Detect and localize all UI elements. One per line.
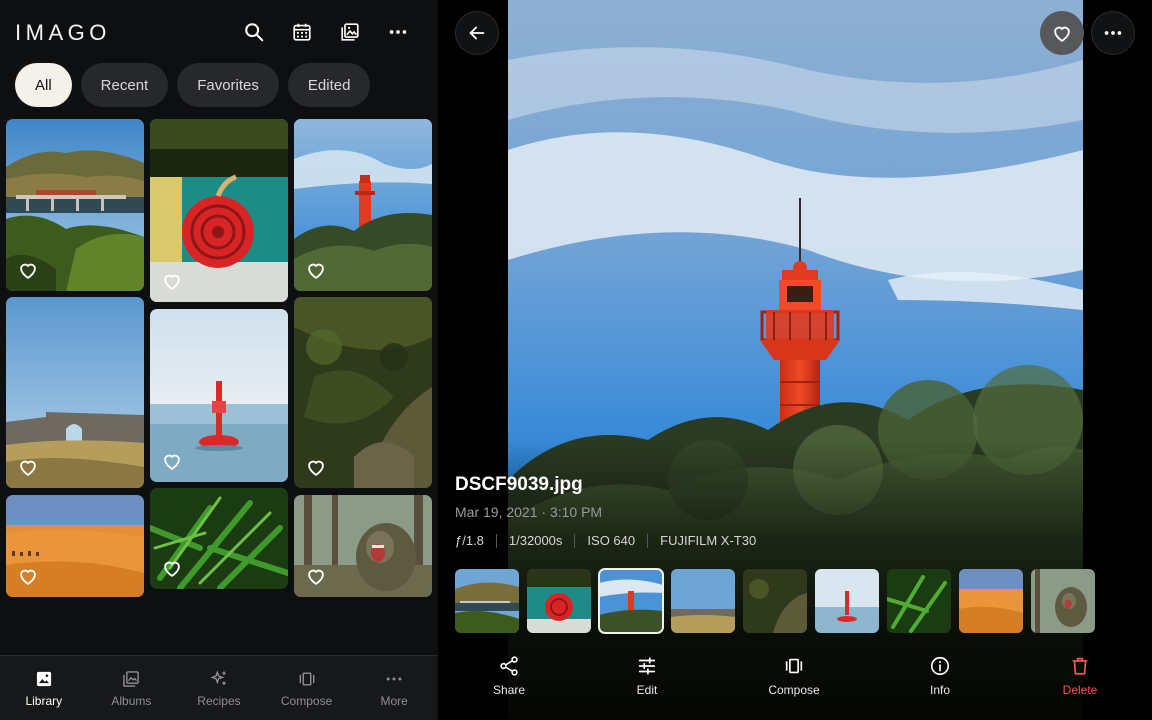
filter-chips: All Recent Favorites Edited (15, 63, 371, 107)
photo-tile-lighthouse[interactable] (294, 119, 432, 291)
nav-library[interactable]: Library (0, 656, 88, 720)
edit-button[interactable]: Edit (607, 655, 687, 697)
library-icon (36, 671, 51, 686)
heart-icon[interactable] (305, 565, 327, 587)
photo-tile-fern[interactable] (150, 488, 288, 589)
photo-tile-desert[interactable] (6, 495, 144, 597)
exif-info: ƒ/1.8 1/32000s ISO 640 FUJIFILM X-T30 (455, 534, 768, 548)
exif-iso: ISO 640 (574, 534, 647, 548)
app-logo: IMAGO (15, 20, 111, 45)
chip-favorites[interactable]: Favorites (177, 63, 279, 107)
bottom-navigation: Library Albums Recipes Compose More (0, 655, 438, 720)
viewer-more-button[interactable] (1091, 11, 1135, 55)
heart-icon[interactable] (17, 565, 39, 587)
exif-camera: FUJIFILM X-T30 (647, 534, 768, 548)
photo-tile-hillside[interactable] (294, 297, 432, 488)
share-icon (500, 656, 518, 676)
compose-icon (785, 658, 803, 674)
compose-icon (299, 671, 314, 686)
photo-tile-monkey[interactable] (294, 495, 432, 597)
thumbnail[interactable] (887, 569, 951, 633)
sparkle-icon (210, 669, 226, 685)
nav-more-label: More (380, 693, 408, 708)
photo-tile-buoy-overhead[interactable] (150, 119, 288, 302)
trash-icon (1072, 657, 1088, 675)
capture-date: Mar 19, 2021 · 3:10 PM (455, 504, 603, 520)
gallery-icon[interactable] (332, 18, 368, 46)
delete-label: Delete (1062, 683, 1098, 697)
heart-icon[interactable] (305, 259, 327, 281)
nav-compose[interactable]: Compose (263, 656, 351, 720)
thumbnail-strip (455, 568, 1095, 634)
nav-more[interactable]: More (350, 656, 438, 720)
nav-library-label: Library (25, 693, 63, 708)
back-button[interactable] (455, 11, 499, 55)
share-label: Share (492, 683, 526, 697)
thumbnail[interactable] (743, 569, 807, 633)
thumbnail[interactable] (959, 569, 1023, 633)
heart-icon[interactable] (305, 456, 327, 478)
photo-grid (6, 119, 432, 599)
info-icon (930, 656, 950, 676)
action-bar: Share Edit Compose Info Delete (438, 655, 1152, 705)
nav-recipes[interactable]: Recipes (175, 656, 263, 720)
more-icon[interactable] (380, 18, 416, 46)
heart-icon[interactable] (161, 557, 183, 579)
calendar-icon[interactable] (284, 18, 320, 46)
arrow-left-icon (469, 26, 485, 40)
sliders-icon (638, 657, 656, 675)
more-icon (1104, 31, 1122, 35)
heart-icon[interactable] (17, 259, 39, 281)
chip-all[interactable]: All (15, 63, 72, 107)
exif-shutter: 1/32000s (495, 534, 575, 548)
heart-icon[interactable] (161, 270, 183, 292)
thumbnail[interactable] (815, 569, 879, 633)
favorite-button[interactable] (1040, 11, 1084, 55)
photo-viewer: DSCF9039.jpg Mar 19, 2021 · 3:10 PM ƒ/1.… (438, 0, 1152, 720)
more-icon (386, 677, 402, 680)
exif-aperture: ƒ/1.8 (455, 533, 484, 548)
info-button[interactable]: Info (900, 655, 980, 697)
file-name: DSCF9039.jpg (455, 474, 583, 495)
chip-recent[interactable]: Recent (80, 63, 169, 107)
nav-recipes-label: Recipes (197, 693, 241, 708)
heart-icon (1054, 26, 1070, 42)
nav-albums[interactable]: Albums (88, 656, 176, 720)
heart-icon[interactable] (17, 456, 39, 478)
share-button[interactable]: Share (469, 655, 549, 697)
photo-tile-ruin[interactable] (6, 297, 144, 488)
photo-tile-bridge[interactable] (6, 119, 144, 291)
nav-albums-label: Albums (111, 693, 152, 708)
edit-label: Edit (636, 683, 658, 697)
heart-icon[interactable] (161, 450, 183, 472)
albums-icon (123, 670, 140, 687)
delete-button[interactable]: Delete (1040, 655, 1120, 697)
thumbnail[interactable] (671, 569, 735, 633)
nav-compose-label: Compose (280, 693, 333, 708)
compose-label: Compose (768, 683, 820, 697)
header-toolbar (236, 18, 416, 46)
info-label: Info (929, 683, 950, 697)
compose-button[interactable]: Compose (754, 655, 834, 697)
thumbnail[interactable] (1031, 569, 1095, 633)
library-panel: IMAGO All Recent Favorites Edited Librar… (0, 0, 438, 720)
thumbnail[interactable] (455, 569, 519, 633)
thumbnail-selected[interactable] (598, 568, 664, 634)
chip-edited[interactable]: Edited (287, 63, 371, 107)
search-icon[interactable] (236, 18, 272, 46)
thumbnail[interactable] (527, 569, 591, 633)
photo-tile-buoy-sea[interactable] (150, 309, 288, 482)
